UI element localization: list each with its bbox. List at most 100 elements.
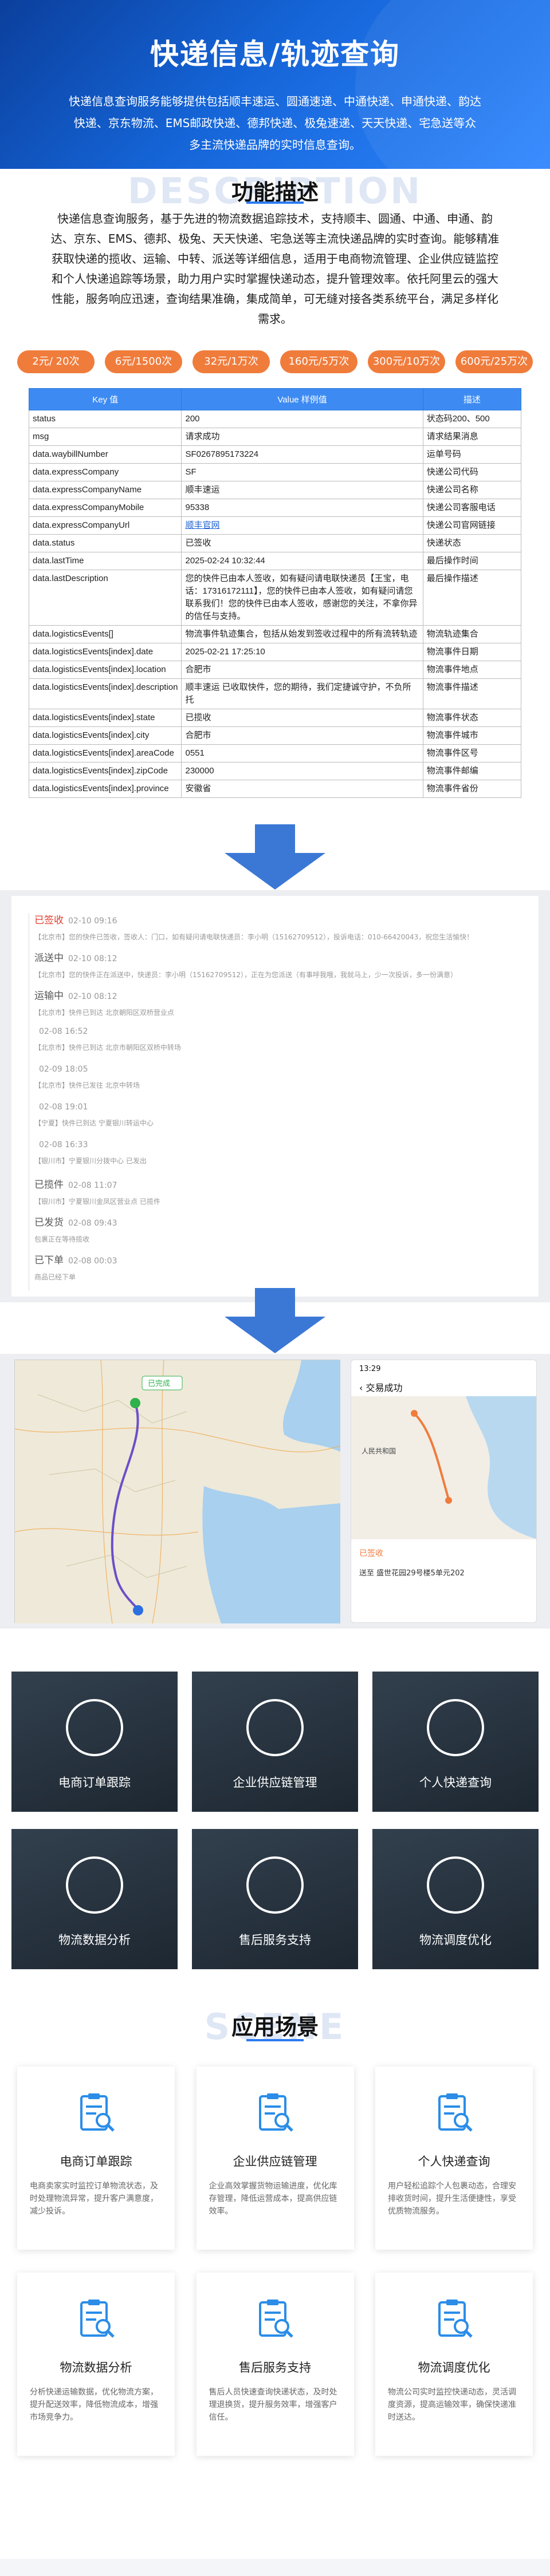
table-cell: 请求成功 <box>181 428 423 446</box>
clipboard-search-icon <box>259 2093 293 2132</box>
scene-card[interactable]: 物流数据分析 分析快递运输数据，优化物流方案，提升配送效率，降低物流成本，增强市场… <box>17 2273 175 2456</box>
table-cell: 快递公司代码 <box>422 463 522 481</box>
table-cell: 95338 <box>181 499 423 517</box>
tile-label: 电商订单跟踪 <box>58 1776 131 1789</box>
event-time: 02-10 08:12 <box>68 954 117 963</box>
table-row: data.logisticsEvents[index].city 合肥市 物流事件城… <box>28 726 522 745</box>
hero-title: 快递信息/轨迹查询 <box>150 38 400 71</box>
table-row: data.logisticsEvents[index].location 合肥市物… <box>28 661 522 679</box>
table-cell: data.logisticsEvents[index].state <box>28 709 182 727</box>
clipboard-search-icon <box>438 2093 473 2132</box>
table-row: data.expressCompanyUrl 顺丰官网 快递公司官网链接 <box>28 516 522 535</box>
tile-card[interactable]: 企业供应链管理 <box>192 1672 358 1812</box>
hero-banner: 快递信息/轨迹查询 快递信息查询服务能够提供包括顺丰速运、圆通速递、中通快递、申… <box>0 0 550 169</box>
table-cell: 物流事件邮编 <box>422 762 522 780</box>
event-text: 【北京市】您的快件已签收，签收人：门口，如有疑问请电联快递员：李小明（15162… <box>34 933 474 941</box>
status-bar-time: 13:29 <box>359 1365 381 1373</box>
footer-band <box>0 2559 550 2576</box>
event-time: 02-09 18:05 <box>39 1065 88 1074</box>
tile-card[interactable]: 物流数据分析 <box>11 1829 178 1969</box>
table-cell: data.expressCompanyName <box>28 481 182 499</box>
table-row: data.status 已签收 快递状态 <box>28 534 522 552</box>
table-row: data.expressCompanyName 顺丰速运 快递公司名称 <box>28 481 522 499</box>
feature-title-underline <box>246 202 304 204</box>
scene-card[interactable]: 物流调度优化 物流公司实时监控快递动态，灵活调度资源，提高运输效率，确保快递准时送… <box>375 2273 533 2456</box>
scene-card[interactable]: 个人快递查询 用户轻松追踪个人包裹动态，合理安排收货时间，提升生活便捷性，享受优质… <box>375 2067 533 2250</box>
scene-card[interactable]: 企业供应链管理 企业高效掌握货物运输进度，优化库存管理，降低运营成本，提高供应链效… <box>196 2067 354 2250</box>
tile-row-2: 物流数据分析 售后服务支持 物流调度优化 <box>11 1829 539 1969</box>
event-state: 已揽件 <box>34 1179 64 1191</box>
tile-card[interactable]: 售后服务支持 <box>192 1829 358 1969</box>
price-tag[interactable]: 600元/25万次 <box>455 350 533 373</box>
table-row: data.logisticsEvents[index].province 安徽省物… <box>28 780 522 798</box>
table-cell: 2025-02-21 17:25:10 <box>181 643 423 661</box>
tile-card[interactable]: 个人快递查询 <box>372 1672 539 1812</box>
table-cell: data.logisticsEvents[index].areaCode <box>28 744 182 762</box>
scene-card-title: 物流数据分析 <box>60 2361 132 2374</box>
tile-label: 个人快递查询 <box>419 1776 492 1789</box>
clipboard-search-icon <box>259 2300 293 2338</box>
tile-card[interactable]: 电商订单跟踪 <box>11 1672 178 1812</box>
table-cell: 已揽收 <box>181 709 423 727</box>
table-cell: data.logisticsEvents[index].city <box>28 726 182 745</box>
clipboard-search-icon <box>80 2300 115 2338</box>
scene-card-desc: 企业高效掌握货物运输进度，优化库存管理，降低运营成本，提高供应链效率。 <box>209 2182 337 2216</box>
price-tag[interactable]: 300元/10万次 <box>368 350 445 373</box>
table-cell: 运单号码 <box>422 445 522 464</box>
table-cell: 物流事件描述 <box>422 678 522 709</box>
table-cell: SF <box>181 463 423 481</box>
tracking-event: 派送中 02-10 08:12 【北京市】您的快件正在派送中，快递员：李小明（151… <box>34 950 539 980</box>
company-url-link[interactable]: 顺丰官网 <box>185 520 219 530</box>
tile-row-1: 电商订单跟踪 企业供应链管理 个人快递查询 <box>11 1672 539 1812</box>
scene-section-title: SCENE 应用场景 <box>0 2006 550 2048</box>
target-icon <box>427 1856 484 1914</box>
table-cell: data.logisticsEvents[index].description <box>28 678 182 709</box>
event-state: 已发货 <box>34 1217 64 1228</box>
event-text: 【北京市】快件已到达 北京市朝阳区双桥中转场 <box>34 1044 181 1052</box>
api-field-table: Key 值 Value 样例值 描述 status 200 状态码200、500 ms… <box>28 388 522 798</box>
table-cell: 物流事件省份 <box>422 780 522 798</box>
table-row: msg 请求成功 请求结果消息 <box>28 428 522 446</box>
table-cell: data.logisticsEvents[index].province <box>28 780 182 798</box>
table-cell: 200 <box>181 410 423 428</box>
price-tag[interactable]: 32元/1万次 <box>192 350 270 373</box>
table-cell: 物流事件区号 <box>422 744 522 762</box>
price-tag[interactable]: 2元/ 20次 <box>17 350 95 373</box>
tracking-event: 已发货 02-08 09:43 包裹正在等待揽收 <box>34 1214 539 1244</box>
table-row: data.logisticsEvents[index].description 顺… <box>28 678 522 709</box>
scene-card[interactable]: 售后服务支持 售后人员快速查询快递状态，及时处理退换货，提升服务效率，增强客户信任… <box>196 2273 354 2456</box>
table-cell: data.logisticsEvents[index].zipCode <box>28 762 182 780</box>
target-icon <box>66 1856 123 1914</box>
table-cell: 快递状态 <box>422 534 522 552</box>
tile-label: 物流数据分析 <box>58 1933 131 1947</box>
route-complete-badge: 已完成 <box>148 1380 171 1388</box>
price-tag[interactable]: 6元/1500次 <box>105 350 182 373</box>
table-header-value: Value 样例值 <box>181 388 423 410</box>
table-row: data.logisticsEvents[] 物流事件轨迹集合，包括从始发到签收过… <box>28 625 522 643</box>
route-map[interactable]: 已完成 <box>14 1360 341 1624</box>
table-cell: data.logisticsEvents[index].location <box>28 661 182 679</box>
china-route-map <box>14 1360 341 1624</box>
price-tag[interactable]: 160元/5万次 <box>280 350 358 373</box>
clipboard-search-icon <box>80 2093 115 2132</box>
event-text: 【银川市】宁夏银川分拨中心 已发出 <box>34 1157 147 1165</box>
table-row: data.logisticsEvents[index].areaCode 0551… <box>28 744 522 762</box>
table-cell: data.lastDescription <box>28 570 182 626</box>
event-time: 02-08 09:43 <box>68 1219 117 1228</box>
tile-card[interactable]: 物流调度优化 <box>372 1829 539 1969</box>
scene-card[interactable]: 电商订单跟踪 电商卖家实时监控订单物流状态，及时处理物流异常，提升客户满意度，减少… <box>17 2067 175 2250</box>
tracking-event: 已揽件 02-08 11:07 【银川市】宁夏银川金凤区营业点 已揽件 <box>34 1176 539 1207</box>
event-text: 【宁夏】快件已到达 宁夏银川转运中心 <box>34 1119 154 1127</box>
table-cell: data.status <box>28 534 182 552</box>
down-arrow-icon <box>225 1288 325 1353</box>
table-cell: 物流事件状态 <box>422 709 522 727</box>
back-icon[interactable]: ‹ <box>359 1382 363 1393</box>
tracking-event: 已签收 02-10 09:16 【北京市】您的快件已签收，签收人：门口，如有疑问请电… <box>34 912 539 942</box>
map-place-label: 人民共和国 <box>362 1447 396 1455</box>
table-cell: 物流事件轨迹集合，包括从始发到签收过程中的所有流转轨迹 <box>181 625 423 643</box>
table-cell: 合肥市 <box>181 726 423 745</box>
table-cell: SF0267895173224 <box>181 445 423 464</box>
order-status-title: ‹ 交易成功 <box>351 1378 536 1396</box>
table-cell: 快递公司官网链接 <box>422 516 522 535</box>
table-cell: 物流事件地点 <box>422 661 522 679</box>
